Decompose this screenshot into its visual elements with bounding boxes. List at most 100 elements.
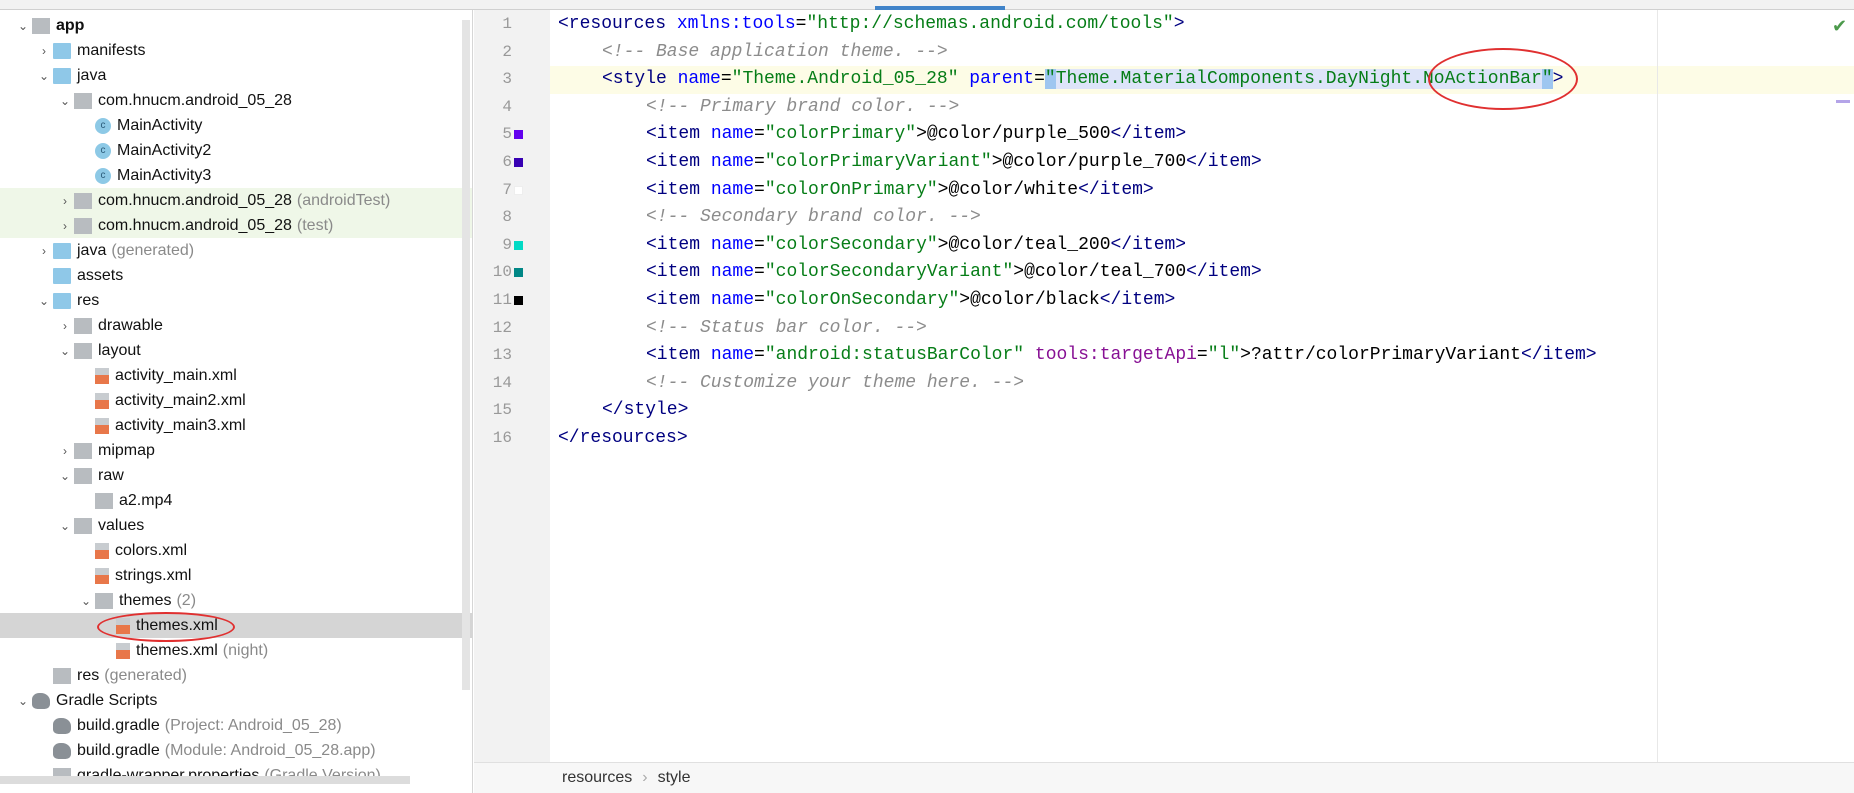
code-line[interactable]: <item name="colorSecondaryVariant">@colo…	[550, 259, 1854, 287]
tree-item[interactable]: colors.xml	[0, 538, 472, 563]
tree-item[interactable]: c MainActivity3	[0, 163, 472, 188]
code-line[interactable]: <style name="Theme.Android_05_28" parent…	[550, 66, 1854, 94]
code-token: =	[754, 345, 765, 366]
color-swatch-icon[interactable]	[514, 296, 523, 305]
tree-item[interactable]: strings.xml	[0, 563, 472, 588]
code-line[interactable]: <resources xmlns:tools="http://schemas.a…	[550, 11, 1854, 39]
code-line[interactable]: <!-- Base application theme. -->	[550, 39, 1854, 67]
code-line[interactable]: <!-- Status bar color. -->	[550, 315, 1854, 343]
color-swatch-icon[interactable]	[514, 158, 523, 167]
chevron-down-icon[interactable]: ⌄	[77, 594, 95, 608]
tree-item[interactable]: activity_main2.xml	[0, 388, 472, 413]
chevron-right-icon[interactable]: ›	[35, 44, 53, 58]
tree-item-label: com.hnucm.android_05_28	[98, 91, 292, 109]
tree-item[interactable]: ⌄ app	[0, 13, 472, 38]
tree-item[interactable]: build.gradle (Project: Android_05_28)	[0, 713, 472, 738]
chevron-right-icon[interactable]: ›	[56, 219, 74, 233]
tree-item[interactable]: › manifests	[0, 38, 472, 63]
tree-item[interactable]: build.gradle (Module: Android_05_28.app)	[0, 738, 472, 763]
tree-item[interactable]: themes.xml	[0, 613, 472, 638]
tree-item[interactable]: › mipmap	[0, 438, 472, 463]
code-token: name	[710, 179, 755, 200]
color-swatch-icon[interactable]	[514, 240, 523, 250]
package-icon	[74, 317, 92, 334]
tree-item[interactable]: › drawable	[0, 313, 472, 338]
chevron-right-icon[interactable]: ›	[56, 444, 74, 458]
code-line[interactable]: <!-- Customize your theme here. -->	[550, 370, 1854, 398]
breadcrumb-item[interactable]: style	[658, 769, 691, 787]
code-token: <item	[646, 262, 711, 283]
code-line[interactable]: </resources>	[550, 425, 1854, 453]
color-swatch-icon[interactable]	[514, 130, 523, 140]
gradle-icon	[32, 692, 50, 709]
code-token: </item>	[1110, 234, 1187, 255]
chevron-down-icon[interactable]: ⌄	[35, 69, 53, 83]
tree-item-label: colors.xml	[115, 541, 188, 559]
code-token: <!-- Secondary brand color. -->	[646, 207, 981, 228]
tree-item-label: MainActivity	[117, 116, 203, 134]
tree-item[interactable]: ⌄ values	[0, 513, 472, 538]
code-line[interactable]: <item name="colorOnSecondary">@color/bla…	[550, 287, 1854, 315]
chevron-down-icon[interactable]: ⌄	[35, 294, 53, 308]
chevron-right-icon[interactable]: ›	[56, 319, 74, 333]
code-line[interactable]: <item name="colorPrimary">@color/purple_…	[550, 121, 1854, 149]
chevron-down-icon[interactable]: ⌄	[14, 694, 32, 708]
tree-item-label: java	[77, 241, 107, 259]
tree-item[interactable]: themes.xml (night)	[0, 638, 472, 663]
breadcrumb-item[interactable]: resources	[562, 769, 632, 787]
code-token: "colorSecondary"	[764, 234, 938, 255]
project-tree-horizontal-scrollbar[interactable]	[0, 776, 410, 784]
tree-item[interactable]: activity_main.xml	[0, 363, 472, 388]
code-token: "colorPrimaryVariant"	[764, 152, 992, 172]
chevron-down-icon[interactable]: ⌄	[14, 19, 32, 33]
tree-item[interactable]: ⌄ com.hnucm.android_05_28	[0, 88, 472, 113]
code-token: </item>	[1521, 345, 1597, 366]
line-number: 9	[502, 235, 512, 254]
tree-item[interactable]: ⌄ res	[0, 288, 472, 313]
tree-item[interactable]: › com.hnucm.android_05_28 (test)	[0, 213, 472, 238]
tree-item[interactable]: res (generated)	[0, 663, 472, 688]
tree-item[interactable]: ⌄ java	[0, 63, 472, 88]
tree-item[interactable]: › java (generated)	[0, 238, 472, 263]
chevron-down-icon[interactable]: ⌄	[56, 519, 74, 533]
tree-item-label: themes.xml	[136, 641, 218, 659]
code-line[interactable]: <item name="colorPrimaryVariant">@color/…	[550, 149, 1854, 177]
breadcrumb: resources › style	[474, 762, 1854, 793]
code-line[interactable]: </style>	[550, 397, 1854, 425]
tree-item[interactable]: ⌄ Gradle Scripts	[0, 688, 472, 713]
chevron-right-icon[interactable]: ›	[56, 194, 74, 208]
gradle-icon	[53, 742, 71, 759]
code-token: <resources	[558, 14, 677, 34]
line-number: 12	[492, 318, 512, 337]
code-line[interactable]: <!-- Secondary brand color. -->	[550, 204, 1854, 232]
code-line[interactable]: <item name="colorSecondary">@color/teal_…	[550, 232, 1854, 260]
tree-item[interactable]: › com.hnucm.android_05_28 (androidTest)	[0, 188, 472, 213]
active-tab-indicator[interactable]	[875, 6, 1005, 10]
line-number: 5	[502, 125, 512, 144]
code-token: "colorPrimary"	[764, 124, 917, 145]
tree-item[interactable]: a2.mp4	[0, 488, 472, 513]
color-swatch-icon[interactable]	[514, 185, 523, 195]
chevron-right-icon[interactable]: ›	[35, 244, 53, 258]
project-tree-scrollbar[interactable]	[462, 20, 470, 690]
folder-icon	[53, 242, 71, 259]
tree-item[interactable]: activity_main3.xml	[0, 413, 472, 438]
code-token: >@color/black	[959, 290, 1100, 310]
tree-item[interactable]: assets	[0, 263, 472, 288]
code-line[interactable]: <!-- Primary brand color. -->	[550, 94, 1854, 122]
inspection-ok-icon[interactable]: ✔	[1832, 16, 1847, 37]
tree-item[interactable]: ⌄ themes (2)	[0, 588, 472, 613]
tree-item[interactable]: ⌄ layout	[0, 338, 472, 363]
tree-item[interactable]: c MainActivity	[0, 113, 472, 138]
chevron-down-icon[interactable]: ⌄	[56, 469, 74, 483]
tree-item[interactable]: ⌄ raw	[0, 463, 472, 488]
code-line[interactable]: <item name="colorOnPrimary">@color/white…	[550, 177, 1854, 205]
code-line[interactable]: <item name="android:statusBarColor" tool…	[550, 342, 1854, 370]
color-swatch-icon[interactable]	[514, 268, 523, 278]
tree-item-label: activity_main3.xml	[115, 416, 246, 434]
tree-item[interactable]: c MainActivity2	[0, 138, 472, 163]
code-token: <style	[602, 69, 678, 90]
chevron-down-icon[interactable]: ⌄	[56, 344, 74, 358]
folder-icon	[53, 267, 71, 284]
chevron-down-icon[interactable]: ⌄	[56, 94, 74, 108]
